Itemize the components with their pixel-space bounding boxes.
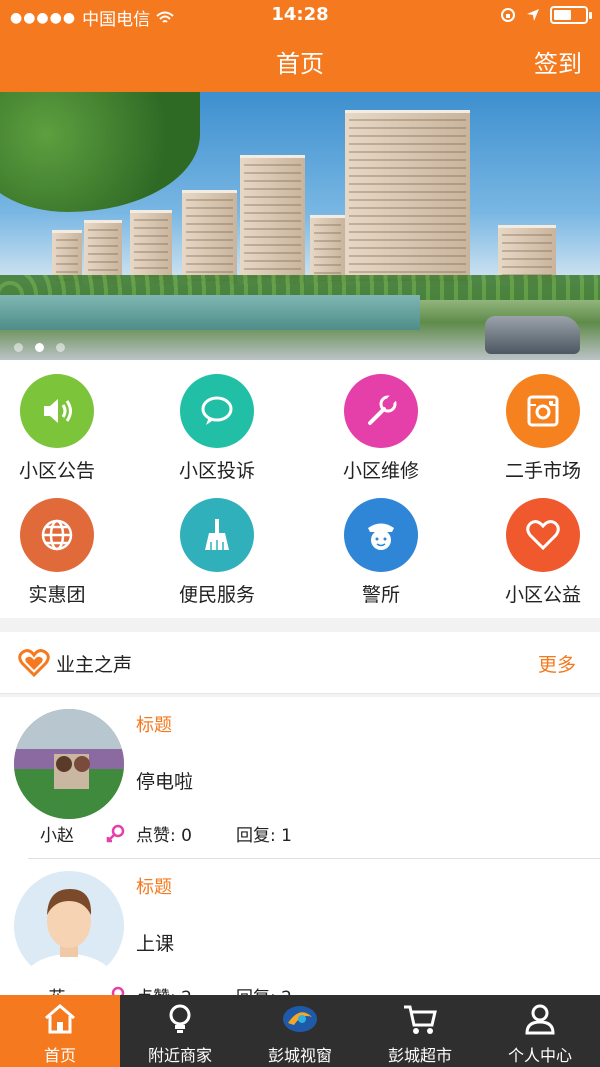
section-title: 业主之声 [56,654,133,676]
grid-item[interactable]: 便民服务 [142,484,292,608]
tab-label: 彭城视窗 [267,1046,332,1065]
carousel-dot[interactable] [14,343,23,352]
grid-item[interactable]: 小区维修 [306,360,456,484]
post-author: 花 [0,983,114,995]
gender-icon [106,824,125,843]
reply-count: 回复: 1 [236,826,292,846]
grid-item-label: 小区维修 [342,460,419,482]
grid-item-label: 警所 [361,584,400,606]
gender-icon [111,986,125,995]
location-icon [527,9,539,21]
broom-icon [180,498,254,572]
grid-item[interactable]: 二手市场 [468,360,600,484]
globe-icon [20,498,94,572]
feature-grid: 小区公告 小区投诉 小区维修 二手市场实惠团 便民服务 警所 小区公益 [0,360,600,618]
heart-icon [506,498,580,572]
post-body: 停电啦 [136,771,194,793]
tab-label: 附近商家 [147,1046,212,1065]
grid-item-label: 小区投诉 [178,460,255,482]
banner-tree [0,92,200,212]
tab-label: 首页 [43,1046,76,1065]
grid-item[interactable]: 小区公益 [468,484,600,608]
like-count: 点赞: 2 [136,983,192,995]
post-title: 标题 [136,715,172,736]
battery-icon [550,6,592,24]
chat-bubble-icon [180,374,254,448]
heart-icon [18,649,50,678]
grid-item[interactable]: 警所 [306,484,456,608]
grid-item-label: 小区公告 [18,460,95,482]
tab-label: 个人中心 [507,1046,572,1065]
post-body: 上课 [136,933,175,955]
tab-cart[interactable]: 彭城超市 [360,995,480,1067]
page-title: 首页 [276,50,324,78]
grid-item-label: 二手市场 [504,460,581,482]
rotation-lock-icon [501,8,515,22]
reply-count: 回复: 2 [236,983,292,995]
camera-icon [506,374,580,448]
wrench-icon [344,374,418,448]
avatar [14,709,124,819]
tab-home[interactable]: 首页 [0,995,120,1067]
grid-item-label: 实惠团 [28,584,86,606]
speaker-icon [20,374,94,448]
grid-item-label: 便民服务 [178,584,255,606]
owner-voice-header: 业主之声 更多 [0,632,600,694]
carousel-dot[interactable] [56,343,65,352]
banner-car [485,316,580,354]
grid-item[interactable]: 小区公告 [0,360,132,484]
police-icon [344,498,418,572]
tab-user[interactable]: 个人中心 [480,995,600,1067]
list-item[interactable]: 标题 上课 花 点赞: 2 回复: 2 [0,859,600,995]
post-title: 标题 [136,877,172,898]
more-button[interactable]: 更多 [538,650,576,677]
banner-carousel[interactable] [0,92,600,360]
grid-item[interactable]: 实惠团 [0,484,132,608]
post-author: 小赵 [40,826,74,846]
top-bar: ●●●●● 中国电信 14:28 首页 签到 [0,0,600,92]
checkin-button[interactable]: 签到 [534,44,582,79]
avatar [14,871,124,981]
status-bar: ●●●●● 中国电信 14:28 [0,0,600,30]
tab-bar: 首页 附近商家 彭城视窗 彭城超市 个人中心 [0,995,600,1067]
tab-logo[interactable]: 彭城视窗 [240,995,360,1067]
like-count: 点赞: 0 [136,826,192,846]
tab-label: 彭城超市 [387,1046,452,1065]
tab-lightbulb[interactable]: 附近商家 [120,995,240,1067]
carousel-indicator [14,343,65,352]
list-item[interactable]: 标题 停电啦 小赵 点赞: 0 回复: 1 [0,697,600,859]
post-list: 标题 停电啦 小赵 点赞: 0 回复: 1 标题 上课 花 点赞: 2 回复: … [0,697,600,995]
grid-item-label: 小区公益 [504,584,581,606]
carousel-dot[interactable] [35,343,44,352]
grid-item[interactable]: 小区投诉 [142,360,292,484]
